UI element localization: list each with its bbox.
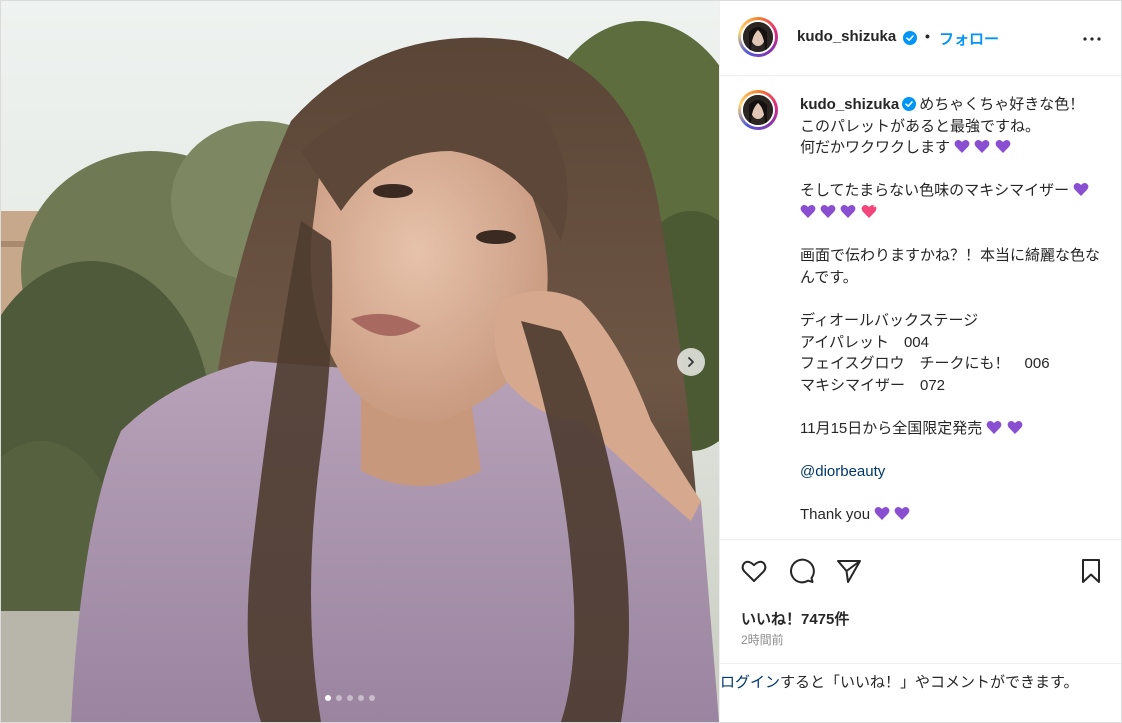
post-timestamp[interactable]: 2時間前 [741,631,784,648]
post-photo[interactable] [1,1,719,722]
login-link[interactable]: ログイン [720,674,780,691]
caption-line: そしてたまらない色味のマキシマイザー [800,182,1070,200]
post-actions: いいね！7475件 2時間前 [720,539,1121,664]
mention-link[interactable]: @diorbeauty [800,461,1100,483]
more-options-icon[interactable] [1080,27,1104,51]
caption-line: めちゃくちゃ好きな色！ [919,96,1085,113]
caption-line: ディオールバックステージ [800,311,979,329]
instagram-post-embed: kudo_shizuka • フォロー kudo_shizuka めちゃくちゃ好… [0,0,1122,723]
caption-section: kudo_shizuka めちゃくちゃ好きな色！ このパレットがあると最強ですね。… [720,76,1121,539]
caption-line [800,224,1100,246]
post-caption: kudo_shizuka めちゃくちゃ好きな色！ このパレットがあると最強ですね。… [800,94,1100,526]
caption-line: このパレットがあると最強ですね。 [800,117,1041,135]
carousel-indicator [325,695,375,701]
caption-line: 何だかワクワクします [800,139,951,157]
carousel-dot-3 [347,695,353,701]
carousel-next-button[interactable] [677,348,705,376]
caption-line [800,159,1100,181]
purple-heart-icon [987,420,1002,434]
post-header: kudo_shizuka • フォロー [720,1,1121,76]
purple-heart-icon [874,507,890,521]
caption-line [800,483,1100,505]
header-separator: • [925,28,930,44]
caption-line: 画面で伝わりますかね？！本当に綺麗な色なんです。 [800,247,1101,286]
caption-avatar[interactable] [738,90,778,130]
carousel-dot-2 [336,695,342,701]
purple-heart-icon [820,204,836,218]
login-prompt-text: すると「いいね！」やコメントができます。 [780,674,1079,691]
purple-heart-icon [1007,420,1023,434]
caption-line: マキシマイザー 072 [800,376,946,394]
purple-hearts [954,139,1010,156]
caption-line [800,288,1100,310]
bookmark-icon[interactable] [1077,557,1105,585]
purple-heart-icon [800,204,816,218]
caption-line: フェイスグロウ チークにも！ 006 [800,355,1050,373]
sparkling-heart-icon [861,204,876,218]
avatar-image [743,95,773,125]
chevron-right-icon [688,357,694,367]
carousel-dot-5 [369,695,375,701]
carousel-dot-1 [325,695,331,701]
purple-hearts [874,506,910,523]
purple-heart-icon [894,507,910,521]
purple-hearts [986,420,1023,437]
paper-plane-icon[interactable] [835,557,863,585]
purple-heart-icon [954,140,970,154]
login-prompt: ログインすると「いいね！」やコメントができます。 [720,663,1121,722]
caption-line [800,396,1100,418]
caption-line: Thank you [800,506,871,524]
caption-line: アイパレット 004 [800,333,929,351]
purple-heart-icon [840,204,856,218]
verified-badge-icon [902,97,917,111]
verified-badge-icon [903,31,917,45]
selfie-photo [1,1,719,722]
comment-bubble-icon[interactable] [787,557,815,585]
post-side-panel: kudo_shizuka • フォロー kudo_shizuka めちゃくちゃ好… [719,1,1121,722]
heart-outline-icon[interactable] [740,557,768,585]
avatar[interactable] [738,17,778,57]
caption-username[interactable]: kudo_shizuka [800,96,899,113]
avatar-image [743,22,773,52]
purple-heart-icon [1073,183,1089,197]
like-count[interactable]: いいね！7475件 [741,608,849,629]
purple-heart-icon [995,140,1010,154]
follow-button[interactable]: フォロー [939,28,999,49]
post-username[interactable]: kudo_shizuka [797,28,896,45]
purple-heart-icon [974,140,990,154]
caption-line: 11月15日から全国限定発売 [800,419,983,437]
caption-line [800,440,1100,462]
carousel-dot-4 [358,695,364,701]
